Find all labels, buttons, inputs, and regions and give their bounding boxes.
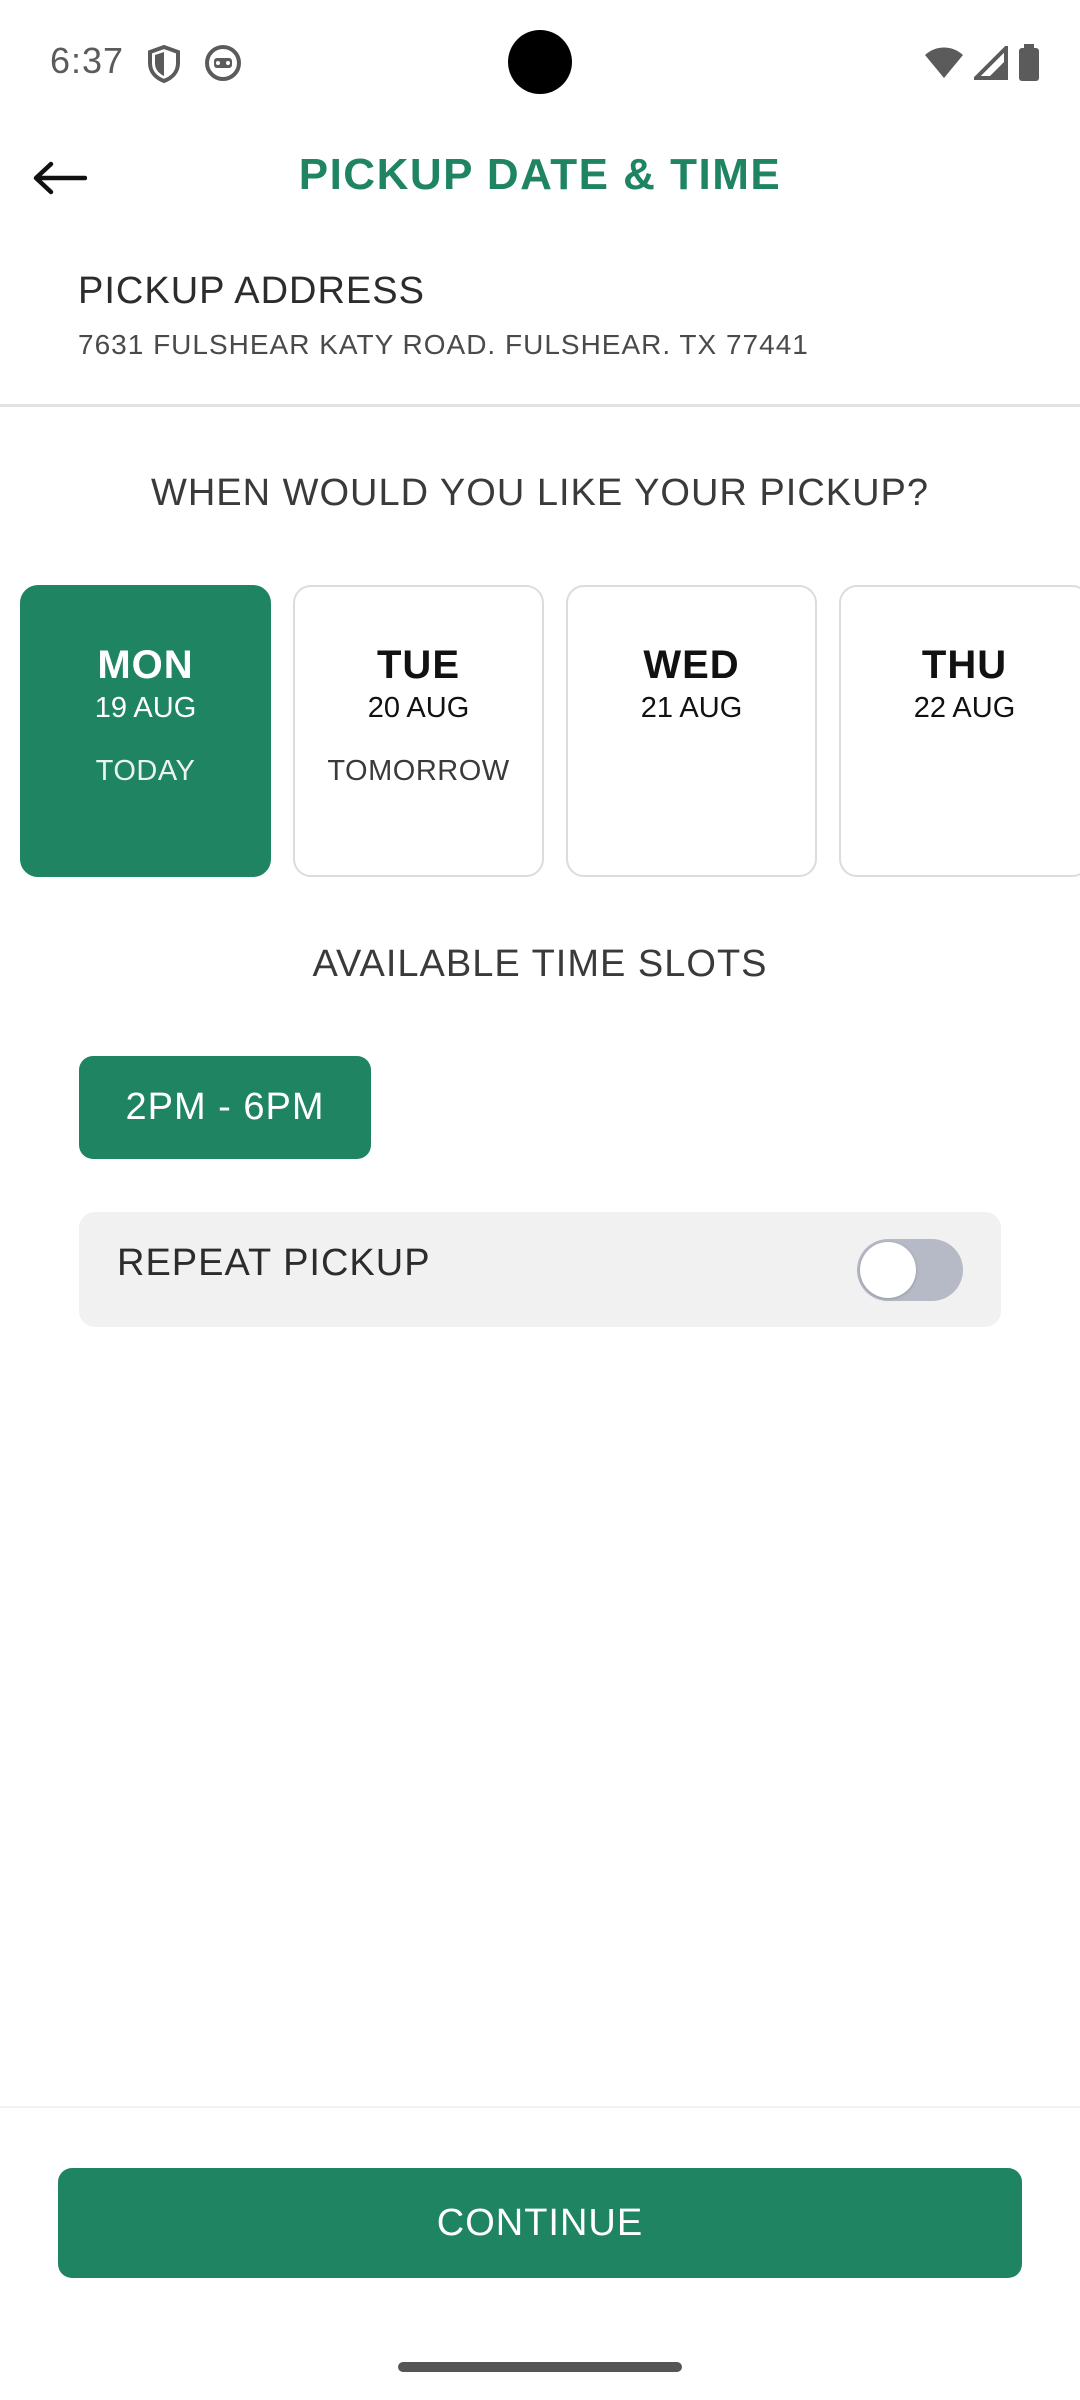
status-icons xyxy=(924,43,1040,87)
date-card-thu[interactable]: THU 22 AUG xyxy=(839,585,1080,877)
date-day: MON xyxy=(97,643,194,687)
pickup-address-section: PICKUP ADDRESS 7631 FULSHEAR KATY ROAD. … xyxy=(78,270,1018,361)
date-card-mon[interactable]: MON 19 AUG TODAY xyxy=(20,585,271,877)
date-date: 21 AUG xyxy=(640,692,743,724)
bottom-divider xyxy=(0,2106,1080,2108)
date-selector: MON 19 AUG TODAY TUE 20 AUG TOMORROW WED… xyxy=(20,585,1080,881)
date-date: 19 AUG xyxy=(94,692,197,724)
date-card-tue[interactable]: TUE 20 AUG TOMORROW xyxy=(293,585,544,877)
repeat-pickup-row: REPEAT PICKUP xyxy=(79,1212,1001,1327)
continue-button[interactable]: CONTINUE xyxy=(58,2168,1022,2278)
pickup-address-label: PICKUP ADDRESS xyxy=(78,270,425,312)
wifi-icon xyxy=(924,46,964,85)
date-day: TUE xyxy=(377,643,460,687)
camera-cutout xyxy=(508,30,572,94)
status-time: 6:37 xyxy=(50,40,125,81)
pickup-address-value: 7631 FULSHEAR KATY ROAD. FULSHEAR. TX 77… xyxy=(78,329,809,360)
repeat-pickup-label: REPEAT PICKUP xyxy=(117,1242,431,1284)
date-subtitle: TOMORROW xyxy=(327,755,510,787)
date-day: WED xyxy=(643,643,740,687)
date-card-wed[interactable]: WED 21 AUG xyxy=(566,585,817,877)
shield-icon xyxy=(146,44,186,84)
date-subtitle xyxy=(841,755,1080,789)
pickup-question: WHEN WOULD YOU LIKE YOUR PICKUP? xyxy=(150,472,930,514)
time-slots-title: AVAILABLE TIME SLOTS xyxy=(312,943,768,985)
date-date: 22 AUG xyxy=(913,692,1016,724)
pickup-date-time-screen: 6:37 PICKUP DATE & TIME PICKUP ADDRESS 7… xyxy=(0,0,1080,2400)
date-subtitle: TODAY xyxy=(95,755,196,787)
repeat-pickup-toggle[interactable] xyxy=(857,1239,963,1301)
app-notification-icon xyxy=(204,44,244,84)
status-bar: 6:37 xyxy=(0,0,1080,130)
time-slot-button[interactable]: 2PM - 6PM xyxy=(79,1056,371,1159)
page-title: PICKUP DATE & TIME xyxy=(298,150,782,199)
date-day: THU xyxy=(921,643,1008,687)
divider xyxy=(0,404,1080,407)
signal-icon xyxy=(971,43,1008,85)
header: PICKUP DATE & TIME xyxy=(0,140,1080,220)
toggle-thumb xyxy=(860,1242,916,1298)
date-subtitle xyxy=(568,755,815,789)
date-date: 20 AUG xyxy=(367,692,470,724)
battery-icon xyxy=(1018,44,1040,87)
home-indicator[interactable] xyxy=(398,2362,682,2372)
